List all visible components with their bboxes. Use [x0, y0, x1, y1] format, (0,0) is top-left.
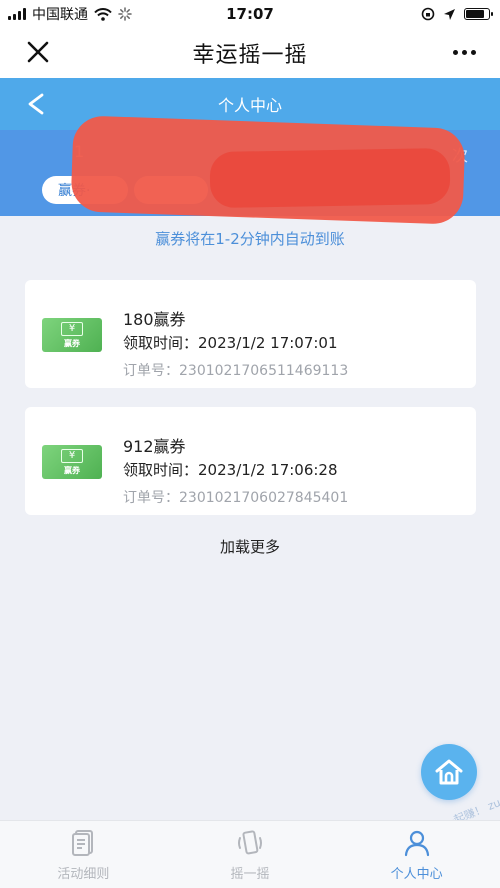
more-dot	[452, 49, 458, 55]
sub-header-title: 个人中心	[217, 96, 282, 115]
yen-symbol: ¥	[61, 449, 83, 463]
back-arrow-icon[interactable]	[24, 90, 48, 118]
claim-time-value: 2023/1/2 17:07:01	[198, 334, 338, 352]
yen-symbol: ¥	[61, 322, 83, 336]
claim-time-label: 领取时间：	[123, 461, 199, 479]
tab-label: 摇一摇	[230, 867, 270, 882]
signal-icon	[8, 8, 26, 20]
coupon-record-card[interactable]: ¥ 赢券 180赢券 领取时间：2023/1/2 17:07:01 订单号：23…	[25, 280, 476, 388]
claim-time-value: 2023/1/2 17:06:28	[198, 461, 338, 479]
order-number-label: 订单号：	[123, 490, 179, 506]
battery-fill	[466, 10, 484, 18]
tab-rules[interactable]: 活动细则	[0, 821, 167, 888]
status-time: 17:07	[226, 5, 274, 23]
order-number-value: 2301021706511469113	[179, 363, 349, 379]
coupon-ticket-icon: ¥ 赢券	[42, 445, 102, 479]
status-right	[320, 7, 500, 21]
tab-label: 活动细则	[57, 867, 110, 882]
document-icon	[72, 830, 94, 856]
more-dot	[470, 49, 476, 55]
coupon-amount: 912赢券	[123, 437, 186, 456]
shake-phone-icon	[238, 830, 262, 855]
status-left: 中国联通	[0, 4, 180, 24]
arrival-notice: 赢券将在1-2分钟内自动到账	[155, 230, 345, 248]
coupon-amount: 180赢券	[123, 310, 186, 329]
order-number-label: 订单号：	[123, 363, 179, 379]
person-icon	[404, 830, 429, 857]
status-bar: 中国联通 17:07	[0, 0, 500, 28]
loading-spinner-icon	[118, 7, 132, 21]
carrier-name: 中国联通	[32, 7, 88, 23]
title-bar: 幸运摇一摇	[0, 28, 500, 78]
more-dot	[461, 49, 467, 55]
battery-icon	[464, 8, 493, 20]
tab-label: 个人中心	[390, 867, 443, 882]
more-options-button[interactable]	[450, 40, 478, 64]
claim-time: 领取时间：2023/1/2 17:07:01	[123, 332, 338, 353]
orientation-lock-icon	[421, 7, 435, 21]
order-number: 订单号：2301021706511469113	[123, 360, 348, 380]
coupon-ticket-icon: ¥ 赢券	[42, 318, 102, 352]
close-icon[interactable]	[24, 38, 52, 66]
load-more-button[interactable]: 加载更多	[0, 536, 500, 557]
order-number-value: 2301021706027845401	[179, 490, 349, 506]
bottom-tab-bar: 活动细则 摇一摇 个人中心	[0, 820, 500, 888]
wifi-icon	[94, 7, 112, 21]
claim-time-label: 领取时间：	[123, 334, 199, 352]
tab-personal-center[interactable]: 个人中心	[333, 821, 500, 888]
coupon-icon-label: 赢券	[64, 339, 80, 348]
claim-time: 领取时间：2023/1/2 17:06:28	[123, 459, 338, 480]
location-arrow-icon	[444, 8, 455, 20]
coupon-icon-label: 赢券	[64, 466, 80, 475]
home-button[interactable]	[421, 744, 477, 800]
order-number: 订单号：2301021706027845401	[123, 487, 348, 507]
home-icon	[435, 759, 463, 785]
page-title: 幸运摇一摇	[192, 43, 308, 68]
redaction-mark	[209, 147, 451, 209]
coupon-record-card[interactable]: ¥ 赢券 912赢券 领取时间：2023/1/2 17:06:28 订单号：23…	[25, 407, 476, 515]
tab-shake[interactable]: 摇一摇	[167, 821, 334, 888]
